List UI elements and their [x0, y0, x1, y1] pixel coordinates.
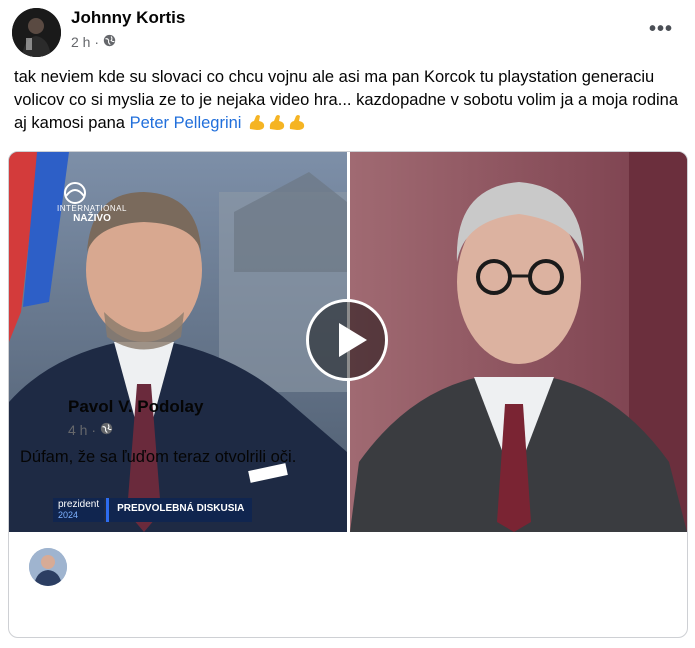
post-body: tak neviem kde su slovaci co chcu vojnu …: [14, 68, 679, 132]
broadcaster-label: INTERNATIONAL: [57, 204, 127, 213]
shared-post-card[interactable]: INTERNATIONAL NAŽIVO prezident 2024 PRED…: [8, 151, 688, 638]
brand-top: prezident: [58, 499, 100, 510]
shared-post-time[interactable]: 4 h ·: [68, 422, 96, 438]
shared-author-avatar[interactable]: [29, 548, 67, 586]
shared-post-text: Dúfam, že sa ľuďom teraz otvolrili oči.: [20, 448, 297, 466]
brand-year: 2024: [58, 510, 79, 520]
post-text: tak neviem kde su slovaci co chcu vojnu …: [14, 66, 684, 138]
shared-post-meta: 4 h ·: [68, 422, 113, 438]
post-meta: 2 h ·: [71, 34, 116, 50]
live-label: NAŽIVO: [73, 213, 111, 224]
author-avatar[interactable]: [12, 8, 61, 57]
program-brand: prezident 2024: [53, 498, 105, 522]
video-player[interactable]: INTERNATIONAL NAŽIVO prezident 2024 PRED…: [9, 152, 687, 532]
globe-icon: [100, 422, 113, 438]
mention-link[interactable]: Peter Pellegrini: [130, 114, 242, 132]
play-button-icon[interactable]: [306, 299, 388, 381]
shared-author-name[interactable]: Pavol V. Podolay: [68, 397, 203, 417]
lower-third-banner: prezident 2024 PREDVOLEBNÁ DISKUSIA: [53, 498, 253, 522]
facebook-post: Johnny Kortis 2 h · ••• tak neviem kde s…: [0, 0, 695, 648]
program-title: PREDVOLEBNÁ DISKUSIA: [106, 498, 253, 522]
author-name[interactable]: Johnny Kortis: [71, 8, 185, 28]
post-time[interactable]: 2 h ·: [71, 34, 99, 50]
tv-station-logo: INTERNATIONAL NAŽIVO: [57, 182, 127, 224]
flexed-biceps-icon: [248, 113, 310, 138]
globe-icon: [103, 34, 116, 50]
more-options-icon[interactable]: •••: [649, 18, 673, 41]
